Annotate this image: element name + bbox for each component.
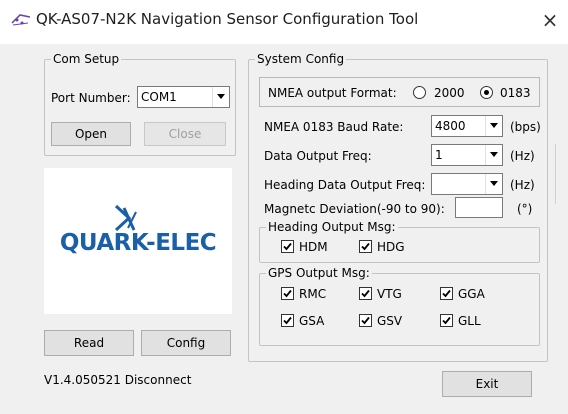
gga-checkbox[interactable] [440,287,453,300]
version-status-text: V1.4.050521 Disconnect [44,373,192,387]
quark-elec-logo: QUARK-ELEC [44,168,232,314]
data-freq-unit: (Hz) [510,149,535,163]
format-0183-label[interactable]: 0183 [500,86,531,100]
baud-rate-value: 4800 [435,119,466,133]
system-config-legend: System Config [257,52,345,66]
read-button[interactable]: Read [44,330,134,356]
close-port-button[interactable]: Close [144,122,226,146]
exit-button[interactable]: Exit [442,371,532,397]
checkmark-icon [442,316,451,325]
rmc-label[interactable]: RMC [299,287,326,301]
hdg-label[interactable]: HDG [377,240,405,254]
com-setup-legend: Com Setup [53,52,120,66]
checkmark-icon [361,242,370,251]
gsa-label[interactable]: GSA [299,314,324,328]
nmea-format-label: NMEA output Format: [268,86,397,100]
gll-checkbox[interactable] [440,314,453,327]
data-freq-label: Data Output Freq: [264,149,372,163]
vtg-checkbox[interactable] [359,287,372,300]
chevron-down-icon[interactable] [485,116,502,136]
logo-text: QUARK-ELEC [59,230,217,256]
right-divider [555,144,556,204]
data-freq-select[interactable]: 1 [431,144,503,166]
client-area: Com Setup Port Number: COM1 Open Close Q… [0,44,568,414]
format-2000-radio[interactable] [413,86,426,99]
gsv-checkbox[interactable] [359,314,372,327]
heading-freq-select[interactable] [431,173,503,195]
title-bar: QK-AS07-N2K Navigation Sensor Configurat… [0,0,568,44]
config-button[interactable]: Config [141,330,231,356]
checkmark-icon [283,289,292,298]
deviation-unit: (°) [517,202,533,216]
gsa-checkbox[interactable] [281,314,294,327]
checkmark-icon [283,316,292,325]
app-icon [11,14,31,26]
heading-output-legend: Heading Output Msg: [268,220,396,234]
port-number-label: Port Number: [51,91,131,105]
port-number-select[interactable]: COM1 [137,86,230,108]
baud-rate-label: NMEA 0183 Baud Rate: [264,120,404,134]
checkmark-icon [361,316,370,325]
checkmark-icon [442,289,451,298]
open-button[interactable]: Open [51,122,131,146]
format-2000-label[interactable]: 2000 [434,86,465,100]
gps-output-legend: GPS Output Msg: [268,266,370,280]
rmc-checkbox[interactable] [281,287,294,300]
heading-freq-label: Heading Data Output Freq: [264,178,426,192]
deviation-label: Magnetc Deviation(-90 to 90): [264,202,445,216]
hdm-checkbox[interactable] [281,240,294,253]
hdg-checkbox[interactable] [359,240,372,253]
hdm-label[interactable]: HDM [299,240,328,254]
gll-label[interactable]: GLL [458,314,481,328]
chevron-down-icon[interactable] [212,87,229,107]
vtg-label[interactable]: VTG [377,287,402,301]
checkmark-icon [283,242,292,251]
chevron-down-icon[interactable] [485,174,502,194]
gsv-label[interactable]: GSV [377,314,402,328]
port-number-value: COM1 [141,90,177,104]
format-0183-radio[interactable] [480,86,493,99]
heading-freq-unit: (Hz) [510,178,535,192]
data-freq-value: 1 [435,148,443,162]
deviation-input[interactable] [455,197,503,218]
gps-output-group: GPS Output Msg: [259,266,540,346]
baud-rate-select[interactable]: 4800 [431,115,503,137]
baud-rate-unit: (bps) [510,120,541,134]
gga-label[interactable]: GGA [458,287,485,301]
window-close-button[interactable]: × [538,8,562,32]
window-title: QK-AS07-N2K Navigation Sensor Configurat… [36,10,419,28]
chevron-down-icon[interactable] [485,145,502,165]
checkmark-icon [361,289,370,298]
